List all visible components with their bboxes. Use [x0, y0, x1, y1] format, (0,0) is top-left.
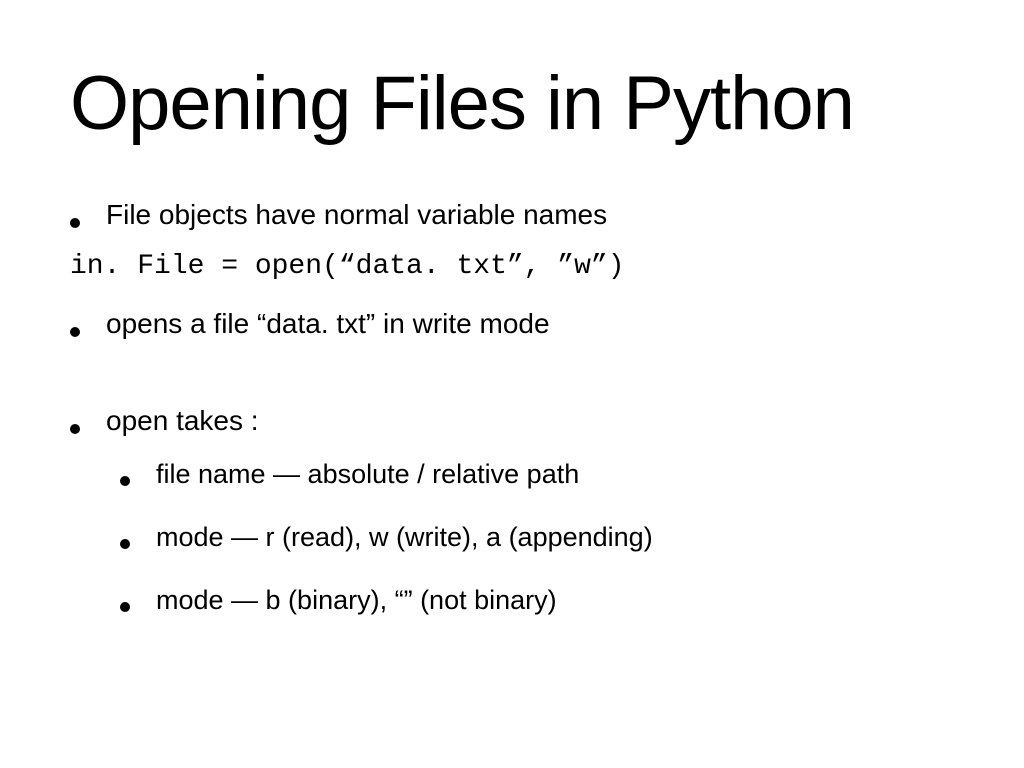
bullet-icon: [120, 539, 130, 549]
sub-bullet-item: mode — r (read), w (write), a (appending…: [120, 520, 954, 555]
bullet-item: File objects have normal variable names: [70, 197, 954, 233]
bullet-item: opens a file “data. txt” in write mode: [70, 306, 954, 342]
bullet-icon: [120, 602, 130, 612]
sub-bullet-text: file name — absolute / relative path: [156, 457, 579, 492]
sub-bullet-text: mode — b (binary), “” (not binary): [156, 583, 557, 618]
sub-bullet-text: mode — r (read), w (write), a (appending…: [156, 520, 653, 555]
code-line: in. File = open(“data. txt”, ”w”): [70, 251, 954, 282]
bullet-text: File objects have normal variable names: [106, 197, 607, 233]
bullet-icon: [70, 218, 80, 228]
bullet-text: opens a file “data. txt” in write mode: [106, 306, 550, 342]
sub-bullet-list: file name — absolute / relative path mod…: [120, 457, 954, 618]
sub-bullet-item: file name — absolute / relative path: [120, 457, 954, 492]
bullet-item: open takes :: [70, 403, 954, 439]
bullet-icon: [70, 424, 80, 434]
slide-title: Opening Files in Python: [70, 60, 954, 147]
bullet-icon: [70, 327, 80, 337]
bullet-text: open takes :: [106, 403, 259, 439]
bullet-icon: [120, 476, 130, 486]
sub-bullet-item: mode — b (binary), “” (not binary): [120, 583, 954, 618]
